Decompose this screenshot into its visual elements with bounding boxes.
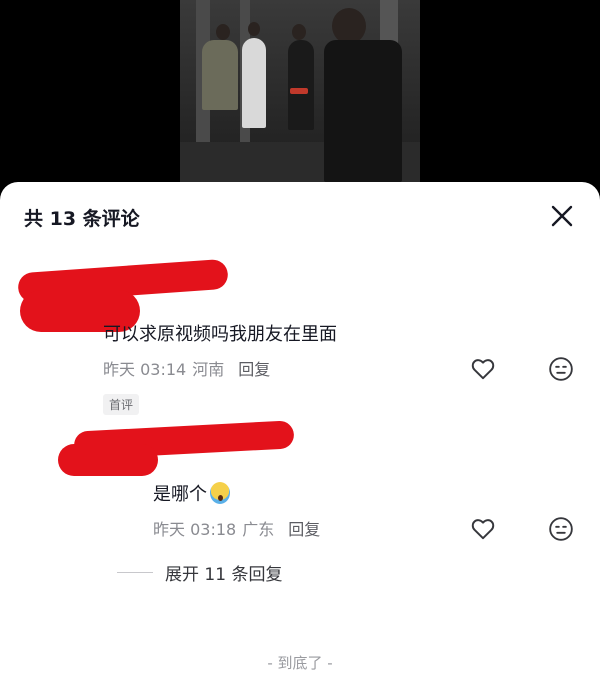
- reply-location: 广东: [242, 520, 275, 539]
- comment-count-title: 共 13 条评论: [24, 208, 140, 230]
- expand-replies-button[interactable]: 展开 11 条回复: [165, 560, 282, 585]
- dislike-face-icon[interactable]: [548, 516, 574, 542]
- person-head: [292, 24, 306, 40]
- reply-meta: 昨天 03:18 广东 回复: [153, 516, 320, 540]
- first-comment-tag: 首评: [103, 394, 140, 415]
- person-head: [332, 8, 366, 44]
- person: [242, 38, 266, 128]
- person: [202, 40, 238, 110]
- video-background: [180, 0, 420, 182]
- heart-icon[interactable]: [470, 356, 496, 382]
- reply-text: 是哪个: [153, 480, 230, 506]
- expand-divider: [117, 572, 153, 573]
- person: [288, 40, 314, 130]
- screaming-face-emoji: [210, 482, 230, 504]
- dislike-face-icon[interactable]: [548, 356, 574, 382]
- person-main: [324, 40, 402, 182]
- person-head: [216, 24, 230, 40]
- reply-button[interactable]: 回复: [238, 360, 270, 379]
- heart-icon[interactable]: [470, 516, 496, 542]
- reply-text-content: 是哪个: [153, 484, 207, 505]
- red-sign: [290, 88, 308, 94]
- end-of-list-label: - 到底了 -: [267, 654, 333, 672]
- close-icon[interactable]: [550, 204, 574, 228]
- reply-time: 昨天 03:18: [153, 520, 237, 539]
- comment-meta: 昨天 03:14 河南 回复: [103, 356, 270, 380]
- comment-location: 河南: [192, 360, 225, 379]
- redacted-avatar: [58, 444, 158, 476]
- comment-time: 昨天 03:14: [103, 360, 187, 379]
- reply-button[interactable]: 回复: [288, 520, 320, 539]
- comment-sheet: 共 13 条评论 可以求原视频吗我朋友在里面 昨天 03:14 河南 回复 首评 是…: [0, 182, 600, 697]
- person-head: [248, 22, 260, 36]
- comment-text: 可以求原视频吗我朋友在里面: [103, 324, 337, 345]
